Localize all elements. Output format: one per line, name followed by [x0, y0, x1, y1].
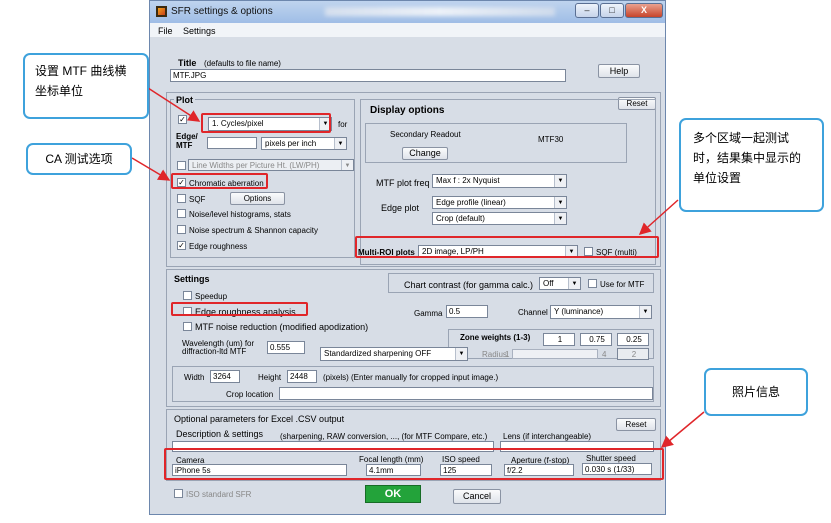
callout-multi-roi: 多个区域一起测试时，结果集中显示的单位设置: [679, 118, 824, 212]
callout-ca: CA 测试选项: [26, 143, 132, 175]
multi-roi-arrow: [638, 199, 679, 236]
ca-arrow: [131, 157, 171, 181]
units-arrow: [147, 87, 201, 122]
callout-units: 设置 MTF 曲线横坐标单位: [23, 53, 149, 119]
photo-info-arrow: [660, 411, 705, 448]
callout-photo-info: 照片信息: [704, 368, 808, 416]
